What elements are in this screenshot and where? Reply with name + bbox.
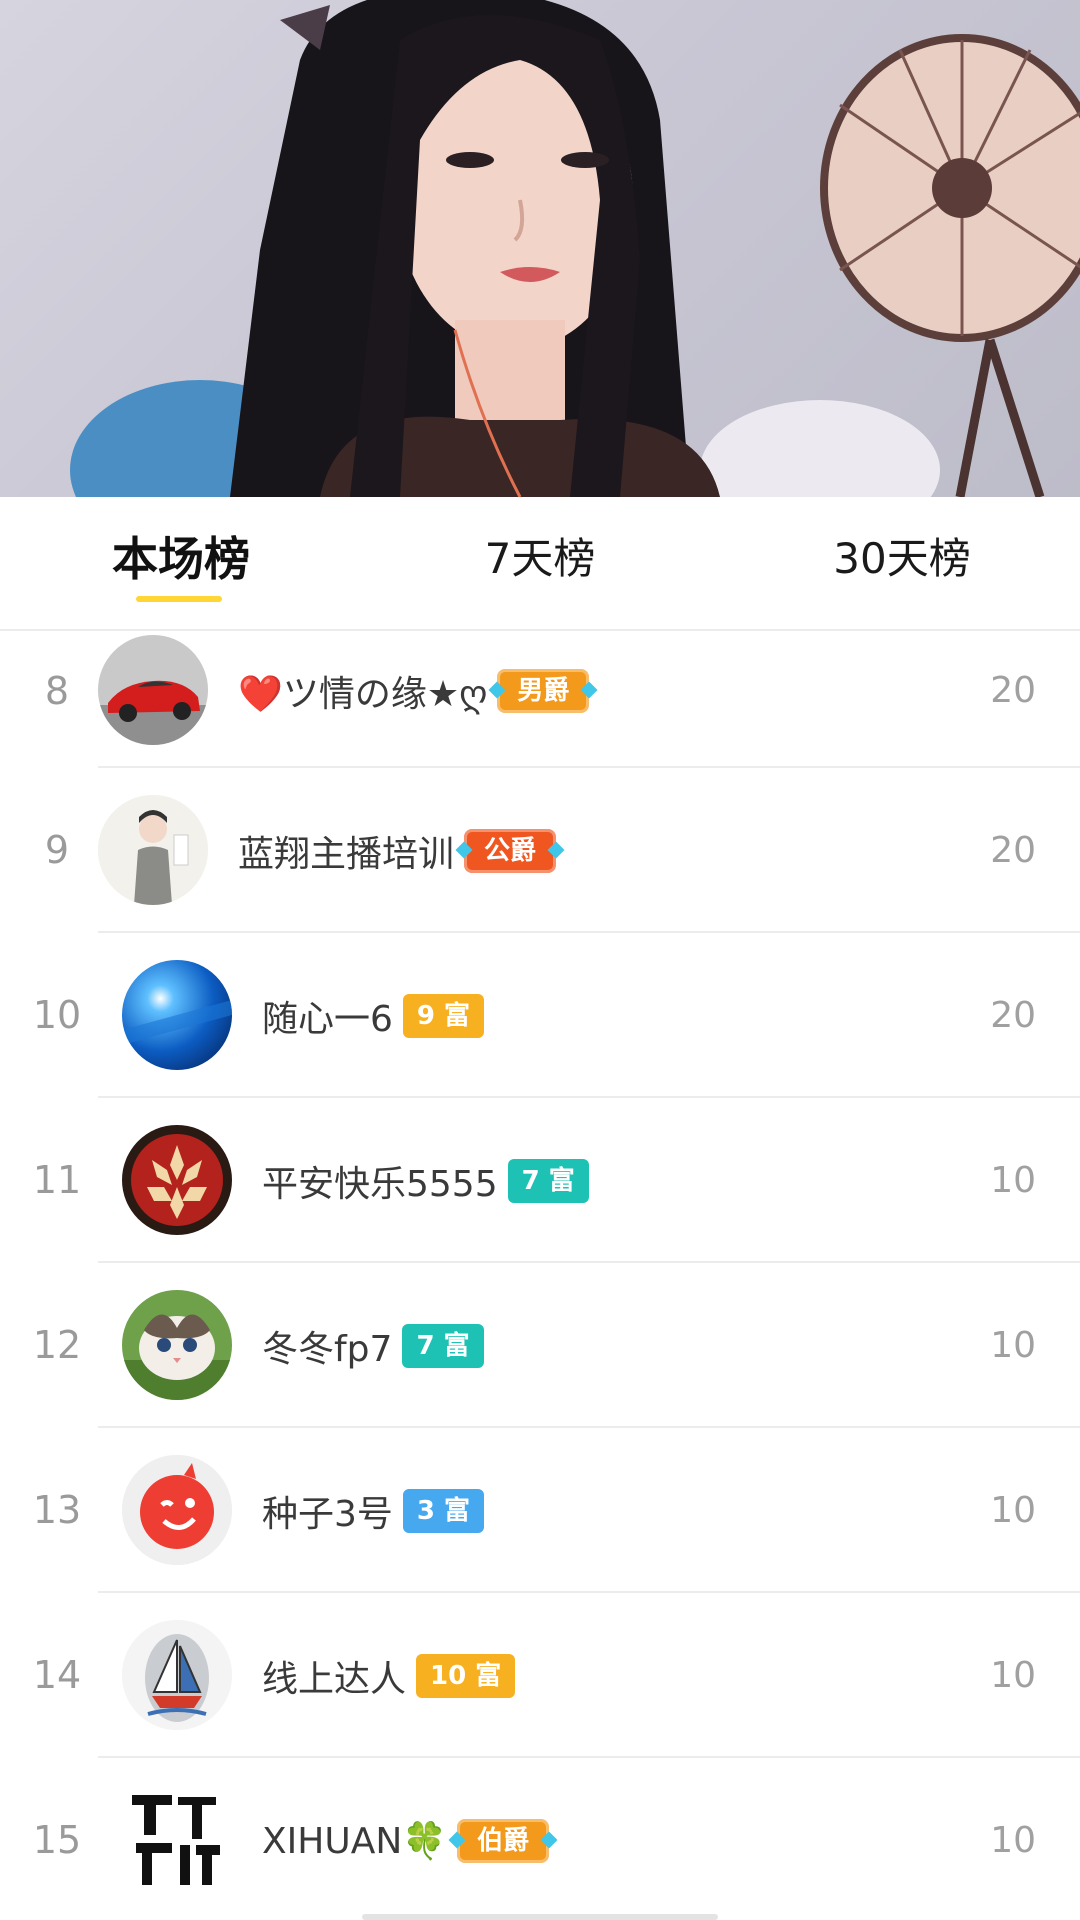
user-name-group: ❤️ツ情の缘★ღ 男爵 bbox=[238, 631, 590, 751]
leaderboard-tabs: 本场榜 7天榜 30天榜 bbox=[0, 497, 1080, 629]
streamer-video-frame bbox=[70, 0, 1080, 497]
user-name: 平安快乐5555 bbox=[262, 1163, 498, 1205]
rank-number: 12 bbox=[32, 1323, 82, 1367]
noble-badge: 伯爵 bbox=[457, 1818, 550, 1863]
active-tab-indicator bbox=[136, 596, 222, 602]
contribution-score: 10 bbox=[990, 1820, 1036, 1861]
user-name: 蓝翔主播培训 bbox=[238, 833, 455, 875]
home-indicator[interactable] bbox=[362, 1914, 718, 1920]
noble-badge: 公爵 bbox=[464, 828, 557, 873]
cartoon-figure-avatar[interactable] bbox=[98, 795, 208, 905]
wealth-level-badge: 7 富 bbox=[507, 1158, 589, 1203]
user-name: 线上达人 bbox=[262, 1658, 407, 1700]
wealth-level-badge: 7 富 bbox=[402, 1323, 484, 1368]
tab-current-session[interactable]: 本场榜 bbox=[106, 529, 256, 589]
user-name-group: 种子3号 3 富 bbox=[262, 1428, 485, 1593]
user-name-group: XIHUAN🍀 伯爵 bbox=[262, 1758, 550, 1920]
list-item[interactable]: 13 种子3号 3 富 10 bbox=[0, 1428, 1080, 1593]
list-item[interactable]: 14 线上达人 10 富 10 bbox=[0, 1593, 1080, 1758]
rank-number: 14 bbox=[32, 1653, 82, 1697]
contribution-score: 10 bbox=[990, 1325, 1036, 1366]
red-wink-face-avatar[interactable] bbox=[122, 1455, 232, 1565]
user-name-group: 随心一6 9 富 bbox=[262, 933, 485, 1098]
user-name: XIHUAN🍀 bbox=[262, 1820, 448, 1862]
contribution-score: 20 bbox=[990, 670, 1036, 711]
list-item[interactable]: 15 XIHUAN🍀 伯爵 10 bbox=[0, 1758, 1080, 1920]
calligraphy-avatar[interactable] bbox=[122, 1785, 232, 1895]
user-name: 冬冬fp7 bbox=[262, 1328, 393, 1370]
wealth-level-badge: 3 富 bbox=[402, 1488, 485, 1533]
cat-avatar[interactable] bbox=[122, 1290, 232, 1400]
list-item[interactable]: 10 随心一6 9 富 20 bbox=[0, 933, 1080, 1098]
carved-fruit-avatar[interactable] bbox=[122, 1125, 232, 1235]
contribution-score: 10 bbox=[990, 1160, 1036, 1201]
rank-number: 9 bbox=[44, 828, 70, 872]
user-name: ❤️ツ情の缘★ღ bbox=[238, 674, 488, 715]
list-item[interactable]: 9 蓝翔主播培训 公爵 20 bbox=[0, 768, 1080, 933]
contribution-score: 10 bbox=[990, 1490, 1036, 1531]
user-name-group: 冬冬fp7 7 富 bbox=[262, 1263, 484, 1428]
contribution-score: 20 bbox=[990, 995, 1036, 1036]
sailboat-stone-avatar[interactable] bbox=[122, 1620, 232, 1730]
rank-number: 10 bbox=[32, 993, 82, 1037]
list-item[interactable]: 12 冬冬fp7 7 富 10 bbox=[0, 1263, 1080, 1428]
contribution-score: 20 bbox=[990, 830, 1036, 871]
rank-number: 8 bbox=[44, 669, 70, 713]
tab-7-days[interactable]: 7天榜 bbox=[470, 529, 610, 589]
user-name: 种子3号 bbox=[262, 1493, 393, 1535]
ranking-list: 8 ❤️ツ情の缘★ღ 男爵 20 9 蓝翔主播培训 公爵 20 10 随心一6 … bbox=[0, 629, 1080, 1920]
red-sports-car-avatar[interactable] bbox=[98, 635, 208, 745]
noble-badge: 男爵 bbox=[497, 669, 590, 713]
leaderboard-screen: 本场榜 7天榜 30天榜 8 ❤️ツ情の缘★ღ 男爵 20 9 蓝翔主播培训 公… bbox=[0, 0, 1080, 1920]
wealth-level-badge: 10 富 bbox=[416, 1653, 516, 1698]
tab-30-days[interactable]: 30天榜 bbox=[822, 529, 982, 589]
user-name: 随心一6 bbox=[262, 998, 393, 1040]
rank-number: 11 bbox=[32, 1158, 82, 1202]
user-name-group: 线上达人 10 富 bbox=[262, 1593, 516, 1758]
user-name-group: 蓝翔主播培训 公爵 bbox=[238, 768, 557, 933]
list-item[interactable]: 11 平安快乐5555 7 富 10 bbox=[0, 1098, 1080, 1263]
blue-light-avatar[interactable] bbox=[122, 960, 232, 1070]
rank-number: 13 bbox=[32, 1488, 82, 1532]
live-video-preview[interactable] bbox=[0, 0, 1080, 497]
wealth-level-badge: 9 富 bbox=[402, 993, 485, 1038]
user-name-group: 平安快乐5555 7 富 bbox=[262, 1098, 589, 1263]
rank-number: 15 bbox=[32, 1818, 82, 1862]
list-item[interactable]: 8 ❤️ツ情の缘★ღ 男爵 20 bbox=[0, 631, 1080, 768]
contribution-score: 10 bbox=[990, 1655, 1036, 1696]
